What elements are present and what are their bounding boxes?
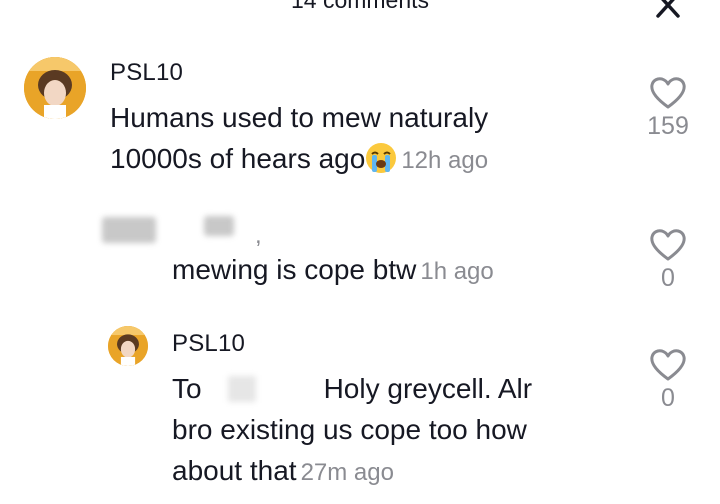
like-count: 159 [647, 112, 689, 140]
comment-text: To Holy greycell. Alr [172, 368, 532, 409]
comment-text: about that 27m ago [172, 450, 394, 493]
comment-text: mewing is cope btw 1h ago [172, 249, 494, 292]
comment-username[interactable]: PSL10 [110, 59, 183, 87]
like-count: 0 [661, 264, 675, 292]
heart-outline-icon [650, 229, 686, 261]
comment-timestamp: 12h ago [401, 147, 489, 174]
comment-text: Humans used to mew naturaly [110, 97, 488, 138]
comments-header-title: 14 comments [290, 0, 430, 13]
comment-text-line: Holy greycell. Alr [323, 373, 533, 404]
comment-text-line: To [172, 373, 202, 404]
redacted-mention [227, 376, 256, 402]
comment-text: 10000s of hears ago 12h ago [110, 138, 488, 181]
heart-outline-icon [650, 349, 686, 381]
comment-text: bro existing us cope too how [172, 409, 527, 450]
like-button[interactable]: 0 [638, 228, 698, 293]
like-count: 0 [661, 384, 675, 412]
like-button[interactable]: 159 [638, 76, 698, 141]
comment-text-line: 10000s of hears ago [110, 143, 366, 174]
comment-username[interactable]: PSL10 [172, 330, 245, 358]
comment-text-line: mewing is cope btw [172, 254, 417, 285]
redacted-avatar [102, 217, 156, 243]
heart-outline-icon [650, 77, 686, 109]
comment-text-line: bro existing us cope too how [172, 414, 527, 445]
like-button[interactable]: 0 [638, 348, 698, 413]
comment-separator: , [255, 222, 262, 249]
close-icon[interactable] [650, 0, 686, 24]
comment-timestamp: 1h ago [420, 258, 494, 285]
comment-text-line: Humans used to mew naturaly [110, 102, 489, 133]
redacted-username [204, 216, 234, 236]
comment-text-line: about that [172, 455, 297, 486]
avatar[interactable] [24, 57, 86, 119]
loudly-crying-face-icon [365, 142, 397, 174]
comment-timestamp: 27m ago [300, 459, 394, 486]
avatar[interactable] [108, 326, 148, 366]
